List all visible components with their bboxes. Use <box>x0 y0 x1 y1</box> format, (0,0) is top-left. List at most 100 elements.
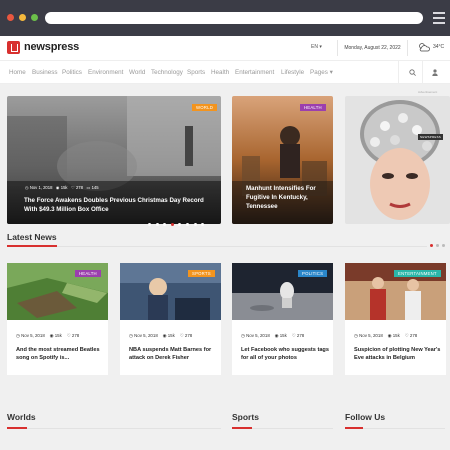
nav-divider <box>398 61 399 83</box>
nav-divider <box>422 61 423 83</box>
nav-item-world[interactable]: World <box>129 69 145 76</box>
news-card-badge[interactable]: HEALTH <box>75 270 101 277</box>
news-card-views: 15k <box>167 333 175 338</box>
logo-icon[interactable] <box>7 41 20 54</box>
close-window-dot[interactable] <box>7 14 14 21</box>
hero-main-card[interactable]: WORLD ◷ Nov 1, 2018 ◉ 15k ♡ 278 ▭ 145 Th… <box>7 96 221 224</box>
nav-item-pages-label: Pages <box>310 69 328 76</box>
nav-item-technology[interactable]: Technology <box>151 69 183 76</box>
news-card-likes: 278 <box>184 333 193 338</box>
nav-item-entertainment[interactable]: Entertainment <box>235 69 274 76</box>
news-card[interactable]: POLITICS ◷ Nov 5, 2018 ◉ 15k ♡ 278 Let F… <box>232 263 333 375</box>
slider-pagination <box>148 213 209 231</box>
worlds-section-title: Worlds <box>7 412 36 422</box>
nav-item-politics[interactable]: Politics <box>62 69 82 76</box>
sports-section-title: Sports <box>232 412 259 422</box>
hero-main-views: 15k <box>60 185 68 190</box>
hero-main-badge[interactable]: WORLD <box>192 104 217 111</box>
hero-main-likes: 278 <box>75 185 83 190</box>
news-card[interactable]: ENTERTAINMENT ◷ Nov 5, 2018 ◉ 15k ♡ 278 … <box>345 263 446 375</box>
news-card-badge[interactable]: SPORTS <box>188 270 215 277</box>
slider-dot[interactable] <box>148 223 151 226</box>
section-accent <box>7 427 27 429</box>
latest-pager-dot[interactable] <box>436 244 439 247</box>
maximize-window-dot[interactable] <box>31 14 38 21</box>
hero-main-meta: ◷ Nov 1, 2018 ◉ 15k ♡ 278 ▭ 145 <box>25 185 99 190</box>
news-card-views: 15k <box>279 333 287 338</box>
latest-pager-dot-active[interactable] <box>430 244 433 247</box>
slider-dot[interactable] <box>201 223 205 226</box>
news-card-likes: 278 <box>296 333 305 338</box>
user-icon[interactable] <box>432 69 438 76</box>
slider-dot[interactable] <box>178 223 182 226</box>
search-icon[interactable] <box>409 69 416 76</box>
clock-icon: ◷ <box>129 333 133 338</box>
section-divider <box>7 246 427 247</box>
news-card-views: 15k <box>54 333 62 338</box>
section-accent <box>7 245 57 247</box>
clock-icon: ◷ <box>25 185 29 190</box>
follow-us-section-title: Follow Us <box>345 412 386 422</box>
slider-dot[interactable] <box>163 223 167 226</box>
news-card-badge[interactable]: ENTERTAINMENT <box>394 270 441 277</box>
section-accent <box>232 427 252 429</box>
slider-dot[interactable] <box>185 223 189 226</box>
news-card[interactable]: HEALTH ◷ Nov 5, 2018 ◉ 15k ♡ 278 And the… <box>7 263 108 375</box>
clock-icon: ◷ <box>16 333 20 338</box>
slider-dot[interactable] <box>193 223 197 226</box>
clock-icon: ◷ <box>241 333 245 338</box>
advertisement-badge: NEWSPRESS <box>418 134 443 140</box>
news-card-title[interactable]: Suspicion of plotting New Year's Eve att… <box>354 346 442 363</box>
news-card-likes: 278 <box>409 333 418 338</box>
heart-icon: ♡ <box>71 185 75 190</box>
hero-main-title[interactable]: The Force Awakens Doubles Previous Chris… <box>24 196 214 214</box>
temperature: 34°C <box>433 44 445 50</box>
news-card-badge[interactable]: POLITICS <box>298 270 328 277</box>
advertisement-label: Advertisement <box>418 90 438 94</box>
advertisement-banner[interactable]: NEWSPRESS <box>345 96 450 224</box>
nav-item-lifestyle[interactable]: Lifestyle <box>281 69 304 76</box>
eye-icon: ◉ <box>55 185 60 190</box>
news-card-title[interactable]: Let Facebook who suggests tags for all o… <box>241 346 329 363</box>
advertisement-image <box>345 96 450 224</box>
nav-item-business[interactable]: Business <box>32 69 58 76</box>
news-card-date: Nov 5, 2018 <box>21 333 45 338</box>
minimize-window-dot[interactable] <box>19 14 26 21</box>
nav-item-health[interactable]: Health <box>211 69 229 76</box>
nav-item-environment[interactable]: Environment <box>88 69 123 76</box>
eye-icon: ◉ <box>387 333 392 338</box>
browser-menu-icon[interactable] <box>433 12 445 24</box>
address-bar[interactable] <box>45 12 423 24</box>
news-card-title[interactable]: And the most streamed Beatles song on Sp… <box>16 346 104 363</box>
language-label: EN <box>311 44 318 50</box>
weather-cloud-icon <box>419 43 430 52</box>
hero-side-title[interactable]: Manhunt Intensifies For Fugitive In Kent… <box>246 184 330 211</box>
hero-side-badge[interactable]: HEALTH <box>300 104 326 111</box>
section-divider <box>7 428 221 429</box>
latest-news-title: Latest News <box>7 232 57 242</box>
news-card-meta: ◷ Nov 5, 2018 ◉ 15k ♡ 278 <box>129 333 192 339</box>
slider-dot[interactable] <box>155 223 159 226</box>
nav-item-pages[interactable]: Pages ▾ <box>310 69 333 76</box>
news-card-meta: ◷ Nov 5, 2018 ◉ 15k ♡ 278 <box>354 333 417 339</box>
eye-icon: ◉ <box>49 333 54 338</box>
heart-icon: ♡ <box>404 333 409 338</box>
main-nav: Home Business Politics Environment World… <box>0 60 450 84</box>
hero-side-card[interactable]: HEALTH Manhunt Intensifies For Fugitive … <box>232 96 333 224</box>
hero-main-date: Nov 1, 2018 <box>29 185 53 190</box>
slider-dot-active[interactable] <box>170 223 174 226</box>
nav-item-home[interactable]: Home <box>9 69 26 76</box>
eye-icon: ◉ <box>162 333 167 338</box>
language-selector[interactable]: EN ▾ <box>311 44 322 50</box>
heart-icon: ♡ <box>66 333 71 338</box>
browser-chrome <box>0 0 450 36</box>
site-logo[interactable]: newspress <box>24 41 79 53</box>
heart-icon: ♡ <box>179 333 184 338</box>
nav-item-sports[interactable]: Sports <box>187 69 205 76</box>
news-card-title[interactable]: NBA suspends Matt Barnes for attack on D… <box>129 346 217 363</box>
eye-icon: ◉ <box>274 333 279 338</box>
site-header: newspress EN ▾ Monday, August 22, 2022 3… <box>0 36 450 60</box>
latest-pager-dot[interactable] <box>442 244 445 247</box>
news-card[interactable]: SPORTS ◷ Nov 5, 2018 ◉ 15k ♡ 278 NBA sus… <box>120 263 221 375</box>
news-card-meta: ◷ Nov 5, 2018 ◉ 15k ♡ 278 <box>241 333 304 339</box>
